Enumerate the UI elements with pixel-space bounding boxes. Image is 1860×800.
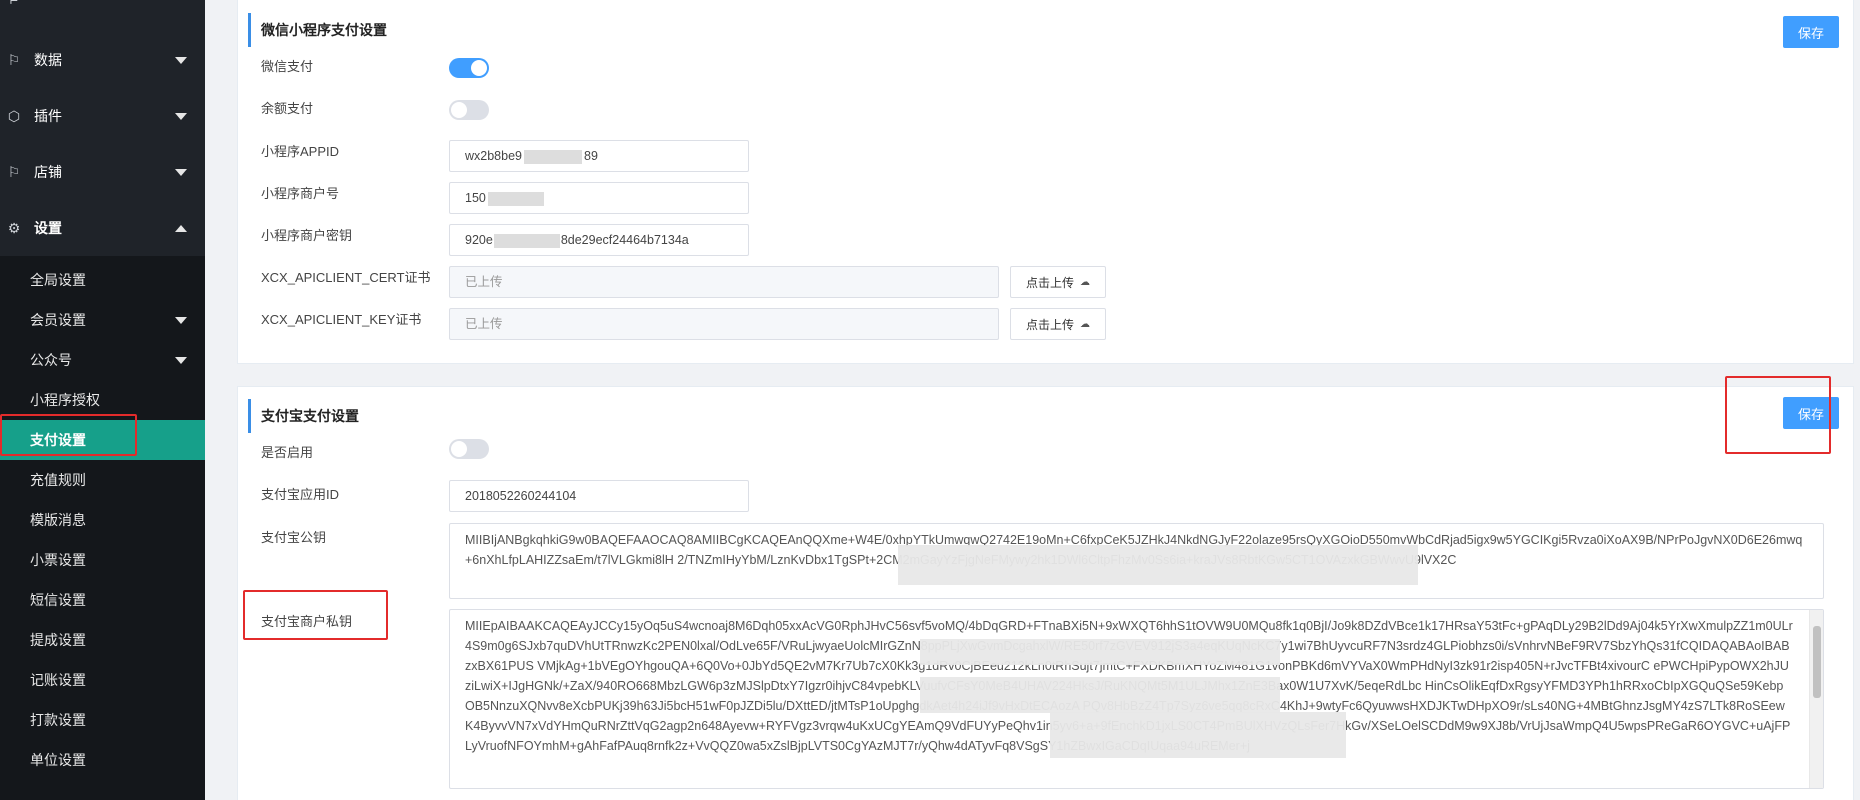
sidebar-sub-label: 充值规则 bbox=[30, 472, 86, 488]
highlight-box bbox=[0, 414, 137, 456]
sidebar-sub-label: 单位设置 bbox=[30, 752, 86, 768]
sidebar-sub-label: 公众号 bbox=[30, 352, 72, 368]
toggle-knob bbox=[471, 60, 487, 76]
redaction-blur bbox=[898, 545, 1418, 585]
settings-submenu: 全局设置 会员设置 公众号 小程序授权 支付设置 充值规则 模版消息 小票设置 … bbox=[0, 256, 205, 800]
wechat-pay-label: 微信支付 bbox=[261, 59, 314, 74]
cert-input: 已上传 bbox=[449, 266, 999, 298]
sidebar-item-store[interactable]: ⚐ 店铺 bbox=[0, 144, 205, 200]
sidebar-item-label: 插件 bbox=[34, 108, 62, 124]
caret-down-icon bbox=[175, 317, 187, 324]
alipay-enabled-label: 是否启用 bbox=[261, 445, 314, 460]
partial-icon: ⌐ bbox=[9, 0, 19, 8]
merchant-no-label: 小程序商户号 bbox=[261, 186, 340, 201]
caret-down-icon bbox=[175, 357, 187, 364]
sidebar-sub-label: 记账设置 bbox=[30, 672, 86, 688]
redaction-blur bbox=[1050, 712, 1346, 758]
redaction-blur bbox=[920, 639, 1280, 665]
sidebar-sub-label: 全局设置 bbox=[30, 272, 86, 288]
flag-icon: ⚐ bbox=[7, 52, 21, 68]
redaction-blur bbox=[920, 677, 1280, 713]
merchant-no-value: 150 bbox=[465, 191, 486, 205]
merchant-key-value: 920e bbox=[465, 233, 493, 247]
sidebar-item-label: 店铺 bbox=[34, 164, 62, 180]
sidebar-sub-label: 小程序授权 bbox=[30, 392, 100, 408]
alipay-appid-label: 支付宝应用ID bbox=[261, 487, 340, 502]
sidebar-item-data[interactable]: ⚐ 数据 bbox=[0, 32, 205, 88]
caret-up-icon bbox=[175, 225, 187, 232]
sidebar-item-settings[interactable]: ⚙ 设置 bbox=[0, 200, 205, 256]
sidebar-item-plugins[interactable]: ⬡ 插件 bbox=[0, 88, 205, 144]
cloud-upload-icon: ☁ bbox=[1080, 318, 1090, 330]
key-label: XCX_APICLIENT_KEY证书 bbox=[261, 312, 422, 327]
redaction-blur bbox=[493, 233, 560, 248]
merchant-key-value-tail: 8de29ecf24464b7134a bbox=[560, 233, 689, 247]
appid-input[interactable]: wx2b8be9 89 bbox=[449, 140, 749, 172]
redaction-blur bbox=[524, 149, 582, 164]
sidebar: ⌐ ⚐ 数据 ⬡ 插件 ⚐ 店铺 ⚙ 设置 全局设置 会员设置 公众号 小程序授… bbox=[0, 0, 205, 800]
sidebar-sub-label: 短信设置 bbox=[30, 592, 86, 608]
cert-upload-button[interactable]: 点击上传 ☁ bbox=[1010, 266, 1106, 298]
sidebar-sub-recharge-rules[interactable]: 充值规则 bbox=[0, 460, 205, 500]
merchant-key-label: 小程序商户密钥 bbox=[261, 228, 353, 243]
card-title: 支付宝支付设置 bbox=[248, 399, 359, 433]
key-upload-button[interactable]: 点击上传 ☁ bbox=[1010, 308, 1106, 340]
caret-down-icon bbox=[175, 57, 187, 64]
appid-value: wx2b8be9 bbox=[465, 149, 522, 163]
textarea-scrollbar[interactable] bbox=[1809, 610, 1823, 788]
gear-icon: ⚙ bbox=[7, 220, 21, 236]
upload-label: 点击上传 bbox=[1025, 317, 1074, 332]
balance-pay-label: 余额支付 bbox=[261, 101, 314, 116]
wechat-pay-toggle[interactable] bbox=[449, 58, 489, 78]
redaction-blur bbox=[487, 191, 544, 206]
sidebar-sub-label: 小票设置 bbox=[30, 552, 86, 568]
sidebar-item-label: 设置 bbox=[34, 220, 62, 236]
caret-down-icon bbox=[175, 169, 187, 176]
highlight-box bbox=[1725, 376, 1831, 454]
cert-label: XCX_APICLIENT_CERT证书 bbox=[261, 270, 431, 285]
sidebar-sub-member[interactable]: 会员设置 bbox=[0, 300, 205, 340]
card-title: 微信小程序支付设置 bbox=[248, 13, 387, 47]
merchant-key-input[interactable]: 920e 8de29ecf24464b7134a bbox=[449, 224, 749, 256]
sidebar-sub-global[interactable]: 全局设置 bbox=[0, 260, 205, 300]
toggle-knob bbox=[451, 441, 467, 457]
sidebar-sub-label: 模版消息 bbox=[30, 512, 86, 528]
scrollbar-thumb[interactable] bbox=[1813, 626, 1821, 698]
key-input: 已上传 bbox=[449, 308, 999, 340]
cloud-upload-icon: ☁ bbox=[1080, 276, 1090, 288]
main-content: 微信小程序支付设置 保存 微信支付 余额支付 小程序APPID wx2b8be9… bbox=[205, 0, 1860, 800]
appid-label: 小程序APPID bbox=[261, 144, 340, 159]
balance-pay-toggle[interactable] bbox=[449, 100, 489, 120]
sidebar-sub-label: 会员设置 bbox=[30, 312, 86, 328]
alipay-appid-input[interactable]: 2018052260244104 bbox=[449, 480, 749, 512]
sidebar-sub-receipt[interactable]: 小票设置 bbox=[0, 540, 205, 580]
alipay-card: 支付宝支付设置 保存 是否启用 支付宝应用ID 2018052260244104… bbox=[237, 386, 1854, 800]
alipay-public-key-label: 支付宝公钥 bbox=[261, 530, 327, 545]
sidebar-sub-bookkeeping[interactable]: 记账设置 bbox=[0, 660, 205, 700]
upload-label: 点击上传 bbox=[1025, 275, 1074, 290]
wechat-pay-card: 微信小程序支付设置 保存 微信支付 余额支付 小程序APPID wx2b8be9… bbox=[237, 0, 1854, 364]
appid-value-tail: 89 bbox=[584, 149, 598, 163]
alipay-enabled-toggle[interactable] bbox=[449, 439, 489, 459]
toggle-knob bbox=[451, 102, 467, 118]
sidebar-item-partial[interactable]: ⌐ bbox=[0, 0, 205, 28]
merchant-no-input[interactable]: 150 bbox=[449, 182, 749, 214]
highlight-box bbox=[243, 590, 388, 640]
sidebar-item-label: 数据 bbox=[34, 52, 62, 68]
sidebar-sub-template-msg[interactable]: 模版消息 bbox=[0, 500, 205, 540]
save-button[interactable]: 保存 bbox=[1783, 16, 1839, 48]
sidebar-sub-label: 提成设置 bbox=[30, 632, 86, 648]
sidebar-sub-commission[interactable]: 提成设置 bbox=[0, 620, 205, 660]
sidebar-sub-unit[interactable]: 单位设置 bbox=[0, 740, 205, 780]
sidebar-sub-sms[interactable]: 短信设置 bbox=[0, 580, 205, 620]
sidebar-sub-payout[interactable]: 打款设置 bbox=[0, 700, 205, 740]
flag-icon: ⚐ bbox=[7, 164, 21, 180]
caret-down-icon bbox=[175, 113, 187, 120]
sidebar-sub-official-account[interactable]: 公众号 bbox=[0, 340, 205, 380]
sidebar-sub-label: 打款设置 bbox=[30, 712, 86, 728]
cube-icon: ⬡ bbox=[7, 108, 21, 124]
